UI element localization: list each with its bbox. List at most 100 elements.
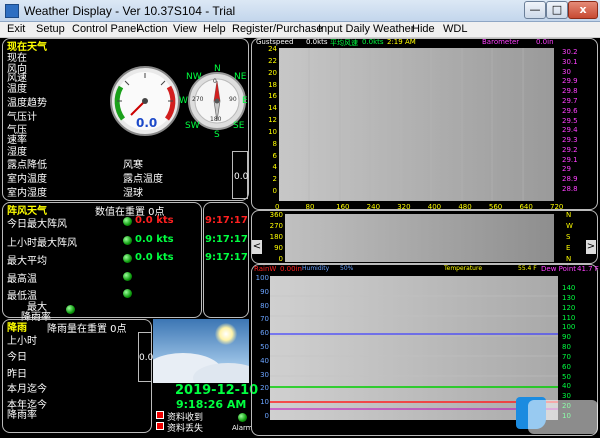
graph3-left-tick: 60 [260,329,269,338]
small-value: 0.0 [234,172,249,182]
menu-control-panel[interactable]: Control Panel [72,23,139,35]
data-lost-checkbox[interactable] [156,422,164,430]
dewpoint-label: 露点降低 [7,160,47,171]
menu-view[interactable]: View [173,23,197,35]
graph3-right-tick: 140 [562,284,576,292]
menu-action[interactable]: Action [137,23,168,35]
graph1-left-tick: 4 [272,163,277,172]
gust-led [123,217,132,226]
alarm-led [238,413,247,422]
gust-row-value: 0.0 kts [135,252,174,263]
data-received-checkbox[interactable] [156,411,164,419]
app-icon [5,4,19,18]
graph2-left-tick: 0 [278,255,283,263]
gust-led [123,236,132,245]
graph1-right-tick: 29.2 [562,145,578,154]
graph1-right-tick: 30.1 [562,57,578,66]
graph1-right-tick: 29.3 [562,136,578,145]
menu-wdl[interactable]: WDL [443,23,467,35]
graph3-right-tick: 120 [562,303,576,312]
temperature-label: Temperature [444,265,483,272]
compass-ne: NE [234,72,247,82]
gust-time: 9:17:17 [205,215,248,226]
graph2-left-tick: 270 [269,222,283,230]
weather-image [153,319,249,383]
rain-label: RainW [254,265,277,273]
graph3-left-tick: 20 [260,384,269,393]
graph3-right-tick: 70 [562,352,571,361]
graph1-right-tick: 29.4 [562,126,578,135]
close-button[interactable]: x [568,1,598,19]
rain-row-label: 今日 [7,352,27,363]
graph-time: 2:19 AM [387,38,416,46]
avg-wind-value: 0.0kts [362,38,384,46]
barometer-label: Barometer [482,38,520,46]
graph3-right-tick: 100 [562,323,576,332]
rain-row-label: 昨日 [7,369,27,380]
graph1-left-tick: 20 [268,68,277,77]
compass-nw: NW [186,72,202,82]
graph2-left-tick: 90 [274,244,283,252]
menu-exit[interactable]: Exit [7,23,25,35]
compass-sw: SW [185,121,200,131]
rain-row-label: 降雨率 [7,410,37,421]
graph1-left-axis: 24 22 20 18 16 14 12 10 8 6 4 2 0 [262,45,277,195]
graph3-left-tick: 50 [260,343,269,351]
graph3-left-tick: 10 [260,398,269,407]
menu-register[interactable]: Register/Purchase [232,23,323,35]
graph-next-button[interactable]: > [586,240,596,254]
menu-hide[interactable]: Hide [412,23,435,35]
graph1-left-tick: 16 [268,92,277,101]
menu-help[interactable]: Help [203,23,226,35]
graph2-left-tick: 360 [269,211,283,219]
rain-row-label: 上小时 [7,336,37,347]
windchill-label: 风寒 [123,160,143,171]
gust-row-label: 最高温 [7,274,37,285]
graph-prev-button[interactable]: < [252,240,262,254]
graph1-right-tick: 29.9 [562,77,578,86]
graph3-left-tick: 40 [260,356,269,365]
graph1-right-tick: 29.5 [562,116,578,125]
graph2-left-axis: 360 270 180 90 0 [265,211,283,263]
graph1-left-tick: 22 [268,56,277,65]
graph1-left-tick: 6 [272,151,277,160]
graph3-right-tick: 90 [562,333,571,342]
minimize-button[interactable]: — [524,1,546,19]
graph2-left-tick: 180 [269,233,283,241]
compass-tick: 180 [210,116,222,123]
graph1-left-tick: 0 [272,187,277,195]
title-bar: Weather Display - Ver 10.37S104 - Trial … [0,0,600,22]
gust-panel: 阵风天气 数值在重置 0点 今日最大阵风 0.0 kts 上小时最大阵风 0.0… [2,202,202,323]
graph3-left-tick: 80 [260,301,269,310]
humidex-label: 湿球 [123,188,143,199]
alarm-label: Alarm [232,424,253,432]
graph1-left-tick: 8 [272,139,277,148]
rain-panel: 降雨 降雨量在重置 0点 上小时 今日 昨日 本月迄今 本年迄今 降雨率 0.0 [2,319,153,433]
indoor-humidity-label: 室内湿度 [7,188,47,199]
graph3-right-tick: 50 [562,372,571,381]
gust-led [123,254,132,263]
graph3-left-tick: 0 [264,412,269,420]
graph3-right-tick: 110 [562,313,576,322]
maximize-button[interactable]: □ [546,1,568,19]
graph2-compass-axis: NWSEN [566,211,576,263]
graph3-left-tick: 100 [255,274,269,282]
gust-led [66,305,75,314]
current-row-label: 温度 [7,84,27,95]
graph1-right-tick: 30.2 [562,48,578,56]
menu-input-daily[interactable]: Input Daily Weather [318,23,414,35]
graph1-right-tick: 29.8 [562,87,578,96]
current-conditions-panel: 现在天气 现在 风向 风速 温度 温度趋势 气压计 气压 速率 湿度 露点降低 … [2,38,249,201]
dew-point-value: 41.7 F [577,265,599,273]
compass-tick: 90 [229,96,237,103]
graph3-right-tick: 80 [562,343,571,352]
graph1-right-tick: 29.6 [562,106,578,115]
graph3-right-tick: 40 [562,382,571,391]
menu-setup[interactable]: Setup [36,23,65,35]
rain-value-box: 0.0 [138,332,153,382]
temperature-value: 55.4 F [518,265,537,272]
date-display: 2019-12-10 [175,383,259,398]
graph2-compass-tick: W [566,222,573,230]
avg-wind-label: 平均风速 [330,39,358,47]
graph3-left-tick: 70 [260,315,269,324]
